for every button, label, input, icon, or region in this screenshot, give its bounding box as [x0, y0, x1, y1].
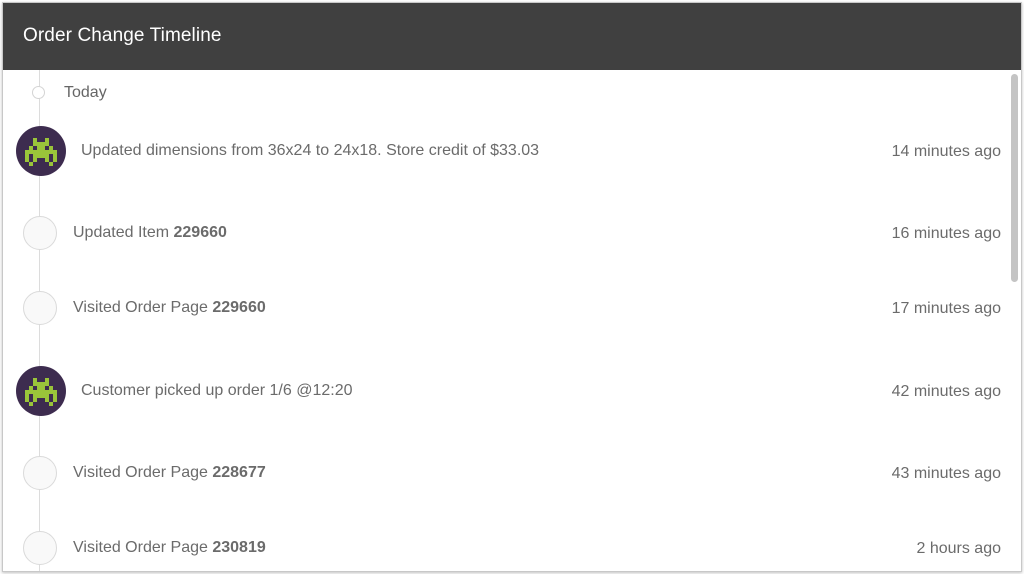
- space-invader-avatar-icon: [16, 366, 66, 416]
- entry-text-prefix: Visited Order Page: [73, 464, 213, 481]
- entry-time: 2 hours ago: [916, 540, 1001, 557]
- timeline-panel: Order Change Timeline Today Updated dime…: [2, 2, 1022, 572]
- group-label: Today: [64, 84, 107, 101]
- panel-header: Order Change Timeline: [3, 3, 1021, 70]
- entry-dot-icon: [23, 456, 57, 490]
- timeline-entry: Updated Item 229660 16 minutes ago: [3, 207, 1021, 259]
- entry-time: 43 minutes ago: [891, 465, 1001, 482]
- group-dot-icon: [32, 86, 45, 99]
- entry-item-number: 229660: [212, 299, 266, 316]
- timeline-entry: Visited Order Page 230819 2 hours ago: [3, 522, 1021, 571]
- space-invader-avatar-icon: [16, 126, 66, 176]
- entry-item-number: 228677: [212, 464, 266, 481]
- entry-item-number: 230819: [212, 539, 266, 556]
- vertical-scrollbar[interactable]: [1011, 74, 1018, 282]
- timeline-group-header: Today: [3, 82, 603, 104]
- entry-dot-icon: [23, 291, 57, 325]
- timeline-entry: Customer picked up order 1/6 @12:20 42 m…: [3, 365, 1021, 417]
- entry-time: 42 minutes ago: [891, 383, 1001, 400]
- entry-dot-icon: [23, 216, 57, 250]
- panel-title: Order Change Timeline: [23, 25, 222, 46]
- entry-text: Visited Order Page 230819: [73, 537, 266, 559]
- entry-text-prefix: Visited Order Page: [73, 539, 213, 556]
- entry-time: 14 minutes ago: [891, 143, 1001, 160]
- entry-time: 16 minutes ago: [891, 225, 1001, 242]
- entry-item-number: 229660: [173, 224, 227, 241]
- entry-text-prefix: Updated Item: [73, 224, 174, 241]
- entry-text: Customer picked up order 1/6 @12:20: [81, 382, 353, 399]
- entry-text: Visited Order Page 229660: [73, 297, 266, 319]
- entry-text: Visited Order Page 228677: [73, 462, 266, 484]
- timeline-entry: Updated dimensions from 36x24 to 24x18. …: [3, 125, 1021, 177]
- timeline-entry: Visited Order Page 228677 43 minutes ago: [3, 447, 1021, 499]
- timeline-entry: Visited Order Page 229660 17 minutes ago: [3, 282, 1021, 334]
- timeline-body[interactable]: Today Updated dimensions from 36x24 to 2…: [3, 70, 1021, 571]
- entry-dot-icon: [23, 531, 57, 565]
- entry-time: 17 minutes ago: [891, 300, 1001, 317]
- entry-text-prefix: Visited Order Page: [73, 299, 213, 316]
- entry-text: Updated Item 229660: [73, 222, 227, 244]
- entry-text: Updated dimensions from 36x24 to 24x18. …: [81, 142, 540, 159]
